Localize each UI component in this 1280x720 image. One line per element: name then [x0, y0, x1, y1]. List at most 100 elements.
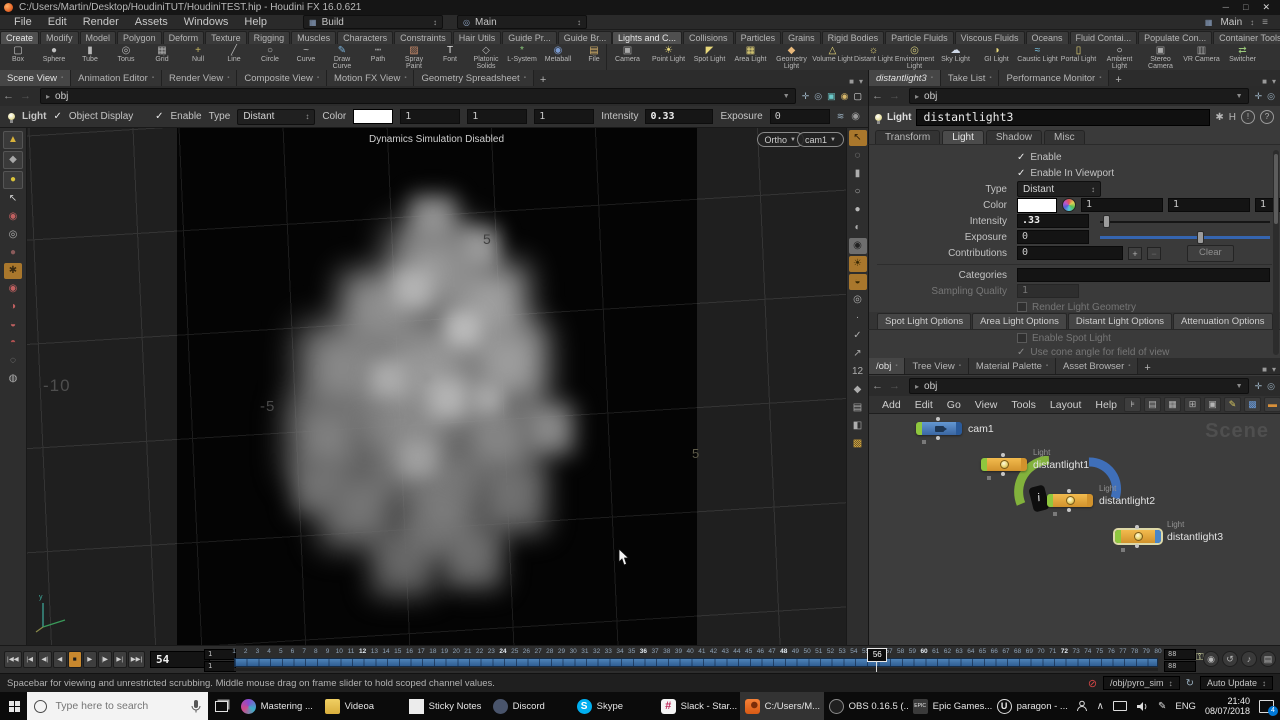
shelf-tool-volume-light[interactable]: △Volume Light: [812, 44, 853, 70]
color-r-field[interactable]: 1: [400, 109, 460, 124]
shelf-tool-distant-light[interactable]: ☼Distant Light: [853, 44, 894, 70]
info-icon[interactable]: !: [1241, 110, 1255, 124]
network-menu-tools[interactable]: Tools: [1004, 399, 1043, 411]
maximize-pane-icon[interactable]: ■: [1262, 77, 1267, 86]
shelf-tool-vr-camera[interactable]: ▥VR Camera: [1181, 44, 1222, 70]
shelf-tool-circle[interactable]: ○Circle: [252, 44, 288, 70]
point-numbers-icon[interactable]: 12: [849, 364, 867, 380]
enable-label[interactable]: Enable: [170, 111, 201, 122]
viewport-3d-view[interactable]: Dynamics Simulation Disabled Ortho ▼ cam…: [27, 128, 846, 645]
shelf-tab-hair-utils[interactable]: Hair Utils: [453, 31, 502, 44]
menu-edit[interactable]: Edit: [40, 16, 75, 28]
select-tool-icon[interactable]: ↖: [4, 191, 22, 207]
shelf-tool-stereo-camera[interactable]: ▣Stereo Camera: [1140, 44, 1181, 70]
color-swatch[interactable]: [353, 109, 393, 124]
shelf-tool-portal-light[interactable]: ▯Portal Light: [1058, 44, 1099, 70]
color-wheel-icon[interactable]: [1062, 198, 1076, 212]
network-path-field[interactable]: ▸ obj ▼: [909, 378, 1249, 394]
shelf-tool-line[interactable]: ╱Line: [216, 44, 252, 70]
shelf-tab-texture[interactable]: Texture: [205, 31, 247, 44]
taskbar-app-slack-star[interactable]: #Slack - Star...: [656, 692, 740, 720]
shelf-tab-guide-br[interactable]: Guide Br...: [558, 31, 612, 44]
grid-snap-icon[interactable]: ▦: [1164, 397, 1181, 412]
shelf-tool-sky-light[interactable]: ☁Sky Light: [935, 44, 976, 70]
shelf-tool-sphere[interactable]: ●Sphere: [36, 44, 72, 70]
shelf-tool-ambient-light[interactable]: ○Ambient Light: [1099, 44, 1140, 70]
microphone-icon[interactable]: [191, 699, 201, 713]
slider-handle[interactable]: [1197, 231, 1204, 244]
scale-tool-icon[interactable]: ◒: [4, 317, 22, 333]
pane-menu-icon[interactable]: ▾: [1272, 77, 1276, 86]
shelf-tool-font[interactable]: TFont: [432, 44, 468, 70]
network-menu-add[interactable]: Add: [875, 399, 908, 411]
playbar-stop-button[interactable]: ■: [68, 651, 82, 668]
light-type-dropdown[interactable]: Distant ↕: [237, 109, 315, 125]
points-display-icon[interactable]: ·: [849, 310, 867, 326]
taskbar-app-c-users-m[interactable]: C:/Users/M...: [740, 692, 824, 720]
move-tool-icon[interactable]: ◉: [4, 281, 22, 297]
shelf-tab-lights-and-c[interactable]: Lights and C...: [612, 31, 682, 44]
shelf-tab-rigid-bodies[interactable]: Rigid Bodies: [822, 31, 885, 44]
pane-tab-material-palette[interactable]: Material Palette▪: [969, 358, 1056, 374]
layout-icon[interactable]: ⊞: [1184, 397, 1201, 412]
shelf-tool-curve[interactable]: ~Curve: [288, 44, 324, 70]
forward-icon[interactable]: →: [886, 380, 903, 392]
checkmark-icon[interactable]: ✓: [1017, 168, 1025, 179]
current-frame-field[interactable]: 54: [150, 651, 210, 668]
high-quality-light-icon[interactable]: ◒: [849, 274, 867, 290]
playbar-prev-frame-button[interactable]: ◀|: [38, 651, 52, 668]
shelf-tool-box[interactable]: ▢Box: [0, 44, 36, 70]
lock-icon[interactable]: ▮: [849, 166, 867, 182]
checkmark-icon[interactable]: ✓: [155, 111, 163, 122]
playbar-play-reverse-button[interactable]: ◀: [53, 651, 67, 668]
follow-icon[interactable]: ◎: [1267, 91, 1275, 102]
playbar-next-keyframe-button[interactable]: ▶|: [113, 651, 127, 668]
forward-icon[interactable]: →: [17, 90, 34, 102]
grid-display-icon[interactable]: ▤: [849, 400, 867, 416]
color-swatch[interactable]: [1017, 198, 1057, 213]
shelf-tool-geometry-light[interactable]: ◆Geometry Light: [771, 44, 812, 70]
playbar-play-forward-button[interactable]: ▶: [83, 651, 97, 668]
people-icon[interactable]: [1076, 700, 1088, 712]
snap-tool-icon[interactable]: ◌: [4, 353, 22, 369]
intensity-field[interactable]: 0.33: [645, 109, 713, 124]
light-link-icon[interactable]: ○: [849, 184, 867, 200]
color-palette-icon[interactable]: ▩: [1244, 397, 1261, 412]
maximize-pane-icon[interactable]: ■: [1262, 365, 1267, 374]
pane-tab-asset-browser[interactable]: Asset Browser▪: [1056, 358, 1138, 374]
scene-selector[interactable]: ◎ Main ↕: [457, 15, 587, 29]
playbar-go-to-start-button[interactable]: |◀◀: [4, 651, 22, 668]
node-output-flag[interactable]: [1021, 458, 1027, 471]
shelf-tab-constraints[interactable]: Constraints: [394, 31, 452, 44]
parameter-scrollbar[interactable]: [1273, 150, 1279, 355]
quickmark-icon[interactable]: ▬: [1264, 397, 1280, 412]
node-distantlight3[interactable]: Lightdistantlight3: [1115, 530, 1161, 543]
desktop-selector[interactable]: ▦ Build ↕: [303, 15, 443, 29]
close-button[interactable]: ✕: [1262, 2, 1270, 13]
add-button[interactable]: +: [1128, 247, 1142, 260]
shelf-tab-grains[interactable]: Grains: [782, 31, 821, 44]
view-tool-icon[interactable]: ◍: [4, 371, 22, 387]
shelf-tool-torus[interactable]: ◎Torus: [108, 44, 144, 70]
color-g-field[interactable]: 1: [467, 109, 527, 124]
global-range-start-field[interactable]: 1: [204, 649, 236, 660]
panel-icon[interactable]: ▢: [853, 91, 862, 102]
shelf-tab-collisions[interactable]: Collisions: [683, 31, 734, 44]
taskbar-app-skype[interactable]: SSkype: [572, 692, 656, 720]
taskbar-app-videoa[interactable]: Videoa: [320, 692, 404, 720]
taskbar-app-paragon[interactable]: Uparagon - ...: [992, 692, 1076, 720]
material-sphere-icon[interactable]: ●: [849, 202, 867, 218]
camera-icon[interactable]: ◉: [841, 91, 849, 102]
color-r-field[interactable]: 1: [1081, 198, 1163, 212]
taskbar-app-sticky-notes[interactable]: Sticky Notes: [404, 692, 488, 720]
node-output-flag[interactable]: [956, 422, 962, 435]
exposure-field[interactable]: 0: [770, 109, 830, 124]
shelf-tab-characters[interactable]: Characters: [337, 31, 393, 44]
minimize-button[interactable]: ─: [1223, 2, 1229, 13]
shelf-tab-muscles[interactable]: Muscles: [291, 31, 336, 44]
maximize-button[interactable]: □: [1243, 2, 1248, 13]
network-editor-canvas[interactable]: Scene i cam1Lightdistantlight1Lightdista…: [868, 414, 1280, 645]
param-folder-tab-light[interactable]: Light: [942, 130, 984, 144]
parameter-path-field[interactable]: ▸ obj ▼: [909, 88, 1249, 104]
node-distantlight1[interactable]: Lightdistantlight1: [981, 458, 1027, 471]
